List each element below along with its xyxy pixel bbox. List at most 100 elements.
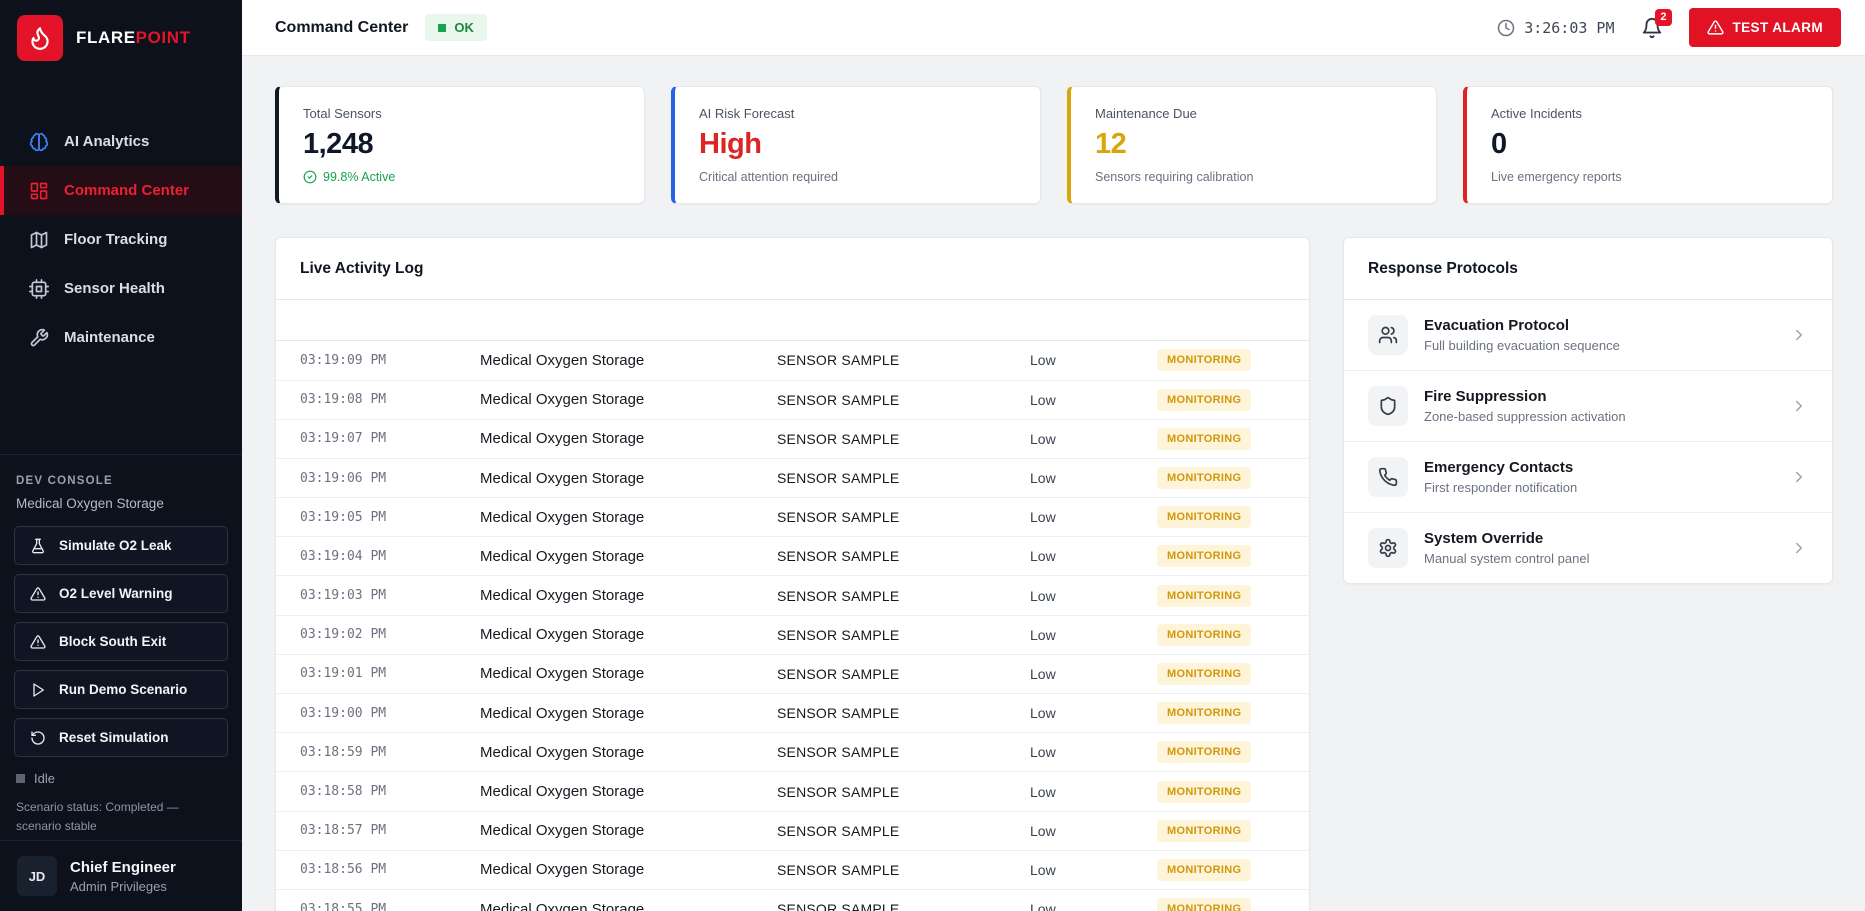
check-circle-icon [303, 170, 317, 184]
sidebar-nav-item[interactable]: Command Center [0, 166, 242, 215]
activity-log-title: Live Activity Log [300, 260, 424, 278]
cell-location: Medical Oxygen Storage [480, 430, 645, 448]
dev-console-button-label: Run Demo Scenario [59, 682, 188, 697]
status-badge: MONITORING [1157, 819, 1252, 842]
table-row[interactable]: 03:19:04 PM Medical Oxygen Storage SENSO… [276, 537, 1309, 577]
cell-severity: Low [1030, 822, 1056, 839]
sidebar-nav-item[interactable]: Sensor Health [0, 264, 242, 313]
dev-console-button[interactable]: Block South Exit [14, 622, 228, 661]
cell-severity: Low [1030, 352, 1056, 369]
table-header-row [276, 299, 1309, 342]
status-badge: MONITORING [1157, 623, 1252, 646]
wrench-icon [29, 328, 49, 348]
table-row[interactable]: 03:18:56 PM Medical Oxygen Storage SENSO… [276, 851, 1309, 890]
alert-triangle-icon [30, 586, 46, 602]
cell-location: Medical Oxygen Storage [480, 900, 645, 911]
protocol-item[interactable]: Fire Suppression Zone-based suppression … [1344, 371, 1832, 443]
table-row[interactable]: 03:19:05 PM Medical Oxygen Storage SENSO… [276, 498, 1309, 538]
table-row[interactable]: 03:19:08 PM Medical Oxygen Storage SENSO… [276, 381, 1309, 420]
cell-event: SENSOR SAMPLE [777, 861, 900, 878]
live-activity-log: Live Activity Log 03:19:09 PM Medical Ox… [275, 237, 1310, 911]
protocol-subtitle: Zone-based suppression activation [1424, 409, 1626, 425]
top-header: Command Center OK 3:26:03 PM 2 TEST ALAR… [242, 0, 1865, 56]
status-badge: MONITORING [1157, 662, 1252, 685]
brand: FLAREPOINT [0, 0, 242, 73]
table-row[interactable]: 03:19:09 PM Medical Oxygen Storage SENSO… [276, 341, 1309, 381]
protocol-item[interactable]: Evacuation Protocol Full building evacua… [1344, 300, 1832, 372]
stat-label: Active Incidents [1491, 106, 1583, 121]
dev-console-button[interactable]: Run Demo Scenario [14, 670, 228, 709]
gear-icon [1368, 528, 1408, 569]
dev-console-button[interactable]: O2 Level Warning [14, 574, 228, 613]
avatar: JD [17, 856, 57, 896]
cell-time: 03:18:58 PM [300, 784, 387, 799]
user-profile[interactable]: JD Chief Engineer Admin Privileges [0, 840, 242, 911]
cell-location: Medical Oxygen Storage [480, 587, 645, 605]
stat-subtitle-text: Live emergency reports [1491, 170, 1622, 185]
table-body: 03:19:09 PM Medical Oxygen Storage SENSO… [276, 341, 1309, 911]
cell-time: 03:19:03 PM [300, 588, 387, 604]
cell-location: Medical Oxygen Storage [480, 391, 645, 409]
cell-severity: Low [1030, 744, 1056, 761]
stat-value: 12 [1095, 128, 1127, 160]
sidebar: FLAREPOINT AI Analytics Command Center F… [0, 0, 242, 911]
table-row[interactable]: 03:19:02 PM Medical Oxygen Storage SENSO… [276, 616, 1309, 655]
cell-time: 03:18:59 PM [300, 744, 387, 760]
cell-severity: Low [1030, 705, 1056, 722]
sidebar-nav-label: Maintenance [64, 329, 155, 346]
flask-icon [30, 538, 46, 554]
chevron-right-icon [1790, 539, 1808, 557]
dev-console-buttons: Simulate O2 Leak O2 Level Warning Block … [14, 526, 228, 757]
dev-console-button[interactable]: Reset Simulation [14, 718, 228, 757]
protocol-item[interactable]: System Override Manual system control pa… [1344, 513, 1832, 583]
stat-value: High [699, 128, 762, 160]
table-row[interactable]: 03:18:55 PM Medical Oxygen Storage SENSO… [276, 890, 1309, 911]
cell-location: Medical Oxygen Storage [480, 547, 645, 565]
status-badge: MONITORING [1157, 349, 1252, 372]
test-alarm-button[interactable]: TEST ALARM [1688, 8, 1841, 47]
bell-icon [1641, 17, 1663, 42]
cell-severity: Low [1030, 901, 1056, 911]
cell-location: Medical Oxygen Storage [480, 626, 645, 644]
status-badge: MONITORING [1157, 545, 1252, 568]
stat-subtitle: Critical attention required [699, 170, 1016, 184]
shield-icon [1368, 386, 1408, 427]
table-row[interactable]: 03:18:59 PM Medical Oxygen Storage SENSO… [276, 733, 1309, 773]
main-area: Command Center OK 3:26:03 PM 2 TEST ALAR… [242, 0, 1865, 911]
cell-location: Medical Oxygen Storage [480, 822, 645, 840]
dev-console-button[interactable]: Simulate O2 Leak [14, 526, 228, 565]
stat-subtitle: Live emergency reports [1491, 170, 1808, 184]
table-row[interactable]: 03:18:58 PM Medical Oxygen Storage SENSO… [276, 772, 1309, 812]
notifications-button[interactable]: 2 [1641, 8, 1672, 42]
table-row[interactable]: 03:19:07 PM Medical Oxygen Storage SENSO… [276, 420, 1309, 459]
system-status-label: OK [454, 20, 474, 35]
cell-event: SENSOR SAMPLE [777, 626, 900, 643]
table-row[interactable]: 03:18:57 PM Medical Oxygen Storage SENSO… [276, 812, 1309, 851]
protocol-list: Evacuation Protocol Full building evacua… [1344, 300, 1832, 583]
cell-location: Medical Oxygen Storage [480, 783, 645, 800]
sidebar-nav-item[interactable]: Floor Tracking [0, 215, 242, 264]
cell-severity: Low [1030, 470, 1056, 486]
protocol-item[interactable]: Emergency Contacts First responder notif… [1344, 442, 1832, 514]
stat-card: Total Sensors 1,248 99.8% Active [275, 86, 645, 205]
cell-time: 03:19:01 PM [300, 666, 387, 682]
sidebar-nav-item[interactable]: AI Analytics [0, 117, 242, 166]
protocol-title: Evacuation Protocol [1424, 317, 1570, 335]
user-role: Admin Privileges [70, 878, 167, 894]
dev-console-button-label: Simulate O2 Leak [59, 538, 172, 553]
notification-count-badge: 2 [1655, 8, 1672, 26]
cell-event: SENSOR SAMPLE [777, 509, 900, 526]
sidebar-nav-item[interactable]: Maintenance [0, 313, 242, 362]
stat-subtitle-text: 99.8% Active [323, 170, 396, 185]
cell-time: 03:18:57 PM [300, 823, 387, 839]
cell-event: SENSOR SAMPLE [777, 391, 900, 408]
dev-console-subtitle: Medical Oxygen Storage [16, 496, 164, 511]
table-row[interactable]: 03:19:01 PM Medical Oxygen Storage SENSO… [276, 655, 1309, 695]
table-row[interactable]: 03:19:00 PM Medical Oxygen Storage SENSO… [276, 694, 1309, 734]
table-row[interactable]: 03:19:06 PM Medical Oxygen Storage SENSO… [276, 459, 1309, 499]
stat-subtitle-text: Sensors requiring calibration [1095, 170, 1254, 185]
stat-card: AI Risk Forecast High Critical attention… [671, 86, 1041, 205]
protocol-subtitle: First responder notification [1424, 480, 1578, 496]
table-row[interactable]: 03:19:03 PM Medical Oxygen Storage SENSO… [276, 576, 1309, 616]
system-status-badge: OK [425, 14, 487, 41]
